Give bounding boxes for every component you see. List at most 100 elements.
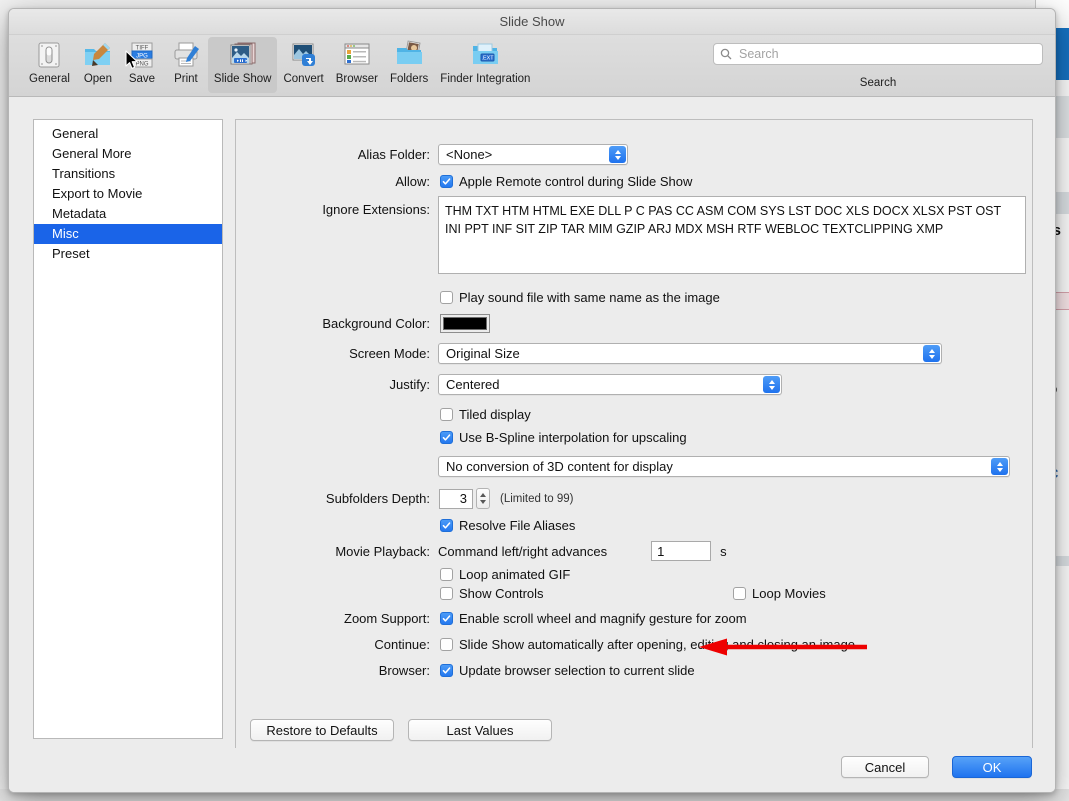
loop-animated-gif-checkbox[interactable]: Loop animated GIF: [440, 567, 570, 582]
search-icon: [720, 48, 732, 60]
screen-mode-label: Screen Mode:: [349, 346, 430, 361]
sidebar-item-export-to-movie[interactable]: Export to Movie: [34, 184, 222, 204]
movie-playback-text: Command left/right advances: [438, 543, 608, 559]
printer-icon: [171, 40, 201, 70]
last-values-button[interactable]: Last Values: [408, 719, 552, 741]
resolve-file-aliases-checkbox[interactable]: Resolve File Aliases: [440, 518, 575, 533]
preferences-sidebar[interactable]: General General More Transitions Export …: [33, 119, 223, 739]
checkbox-box: [440, 664, 453, 677]
ignore-extensions-textarea[interactable]: THM TXT HTM HTML EXE DLL P C PAS CC ASM …: [438, 196, 1026, 274]
svg-text:.EXT: .EXT: [482, 56, 495, 62]
check-icon: [442, 434, 451, 441]
toolbar-item-finder-integration[interactable]: .EXT Finder Integration: [434, 37, 536, 93]
search-field[interactable]: [713, 43, 1043, 65]
conversion-3d-value: No conversion of 3D content for display: [446, 459, 673, 474]
checkbox-box: [440, 519, 453, 532]
alias-folder-select[interactable]: <None>: [438, 144, 628, 165]
checkbox-box: [440, 638, 453, 651]
ok-button[interactable]: OK: [952, 756, 1032, 778]
toolbar-item-label: Folders: [389, 73, 429, 85]
toolbar-item-label: Convert: [283, 73, 324, 85]
restore-to-defaults-button[interactable]: Restore to Defaults: [250, 719, 394, 741]
toolbar-item-label: Print: [174, 73, 198, 85]
mouse-cursor: [125, 50, 138, 69]
checkbox-box: [733, 587, 746, 600]
show-controls-checkbox[interactable]: Show Controls: [440, 586, 544, 601]
checkbox-box: [440, 291, 453, 304]
window-title: Slide Show: [499, 14, 565, 29]
browser-list-icon: [342, 40, 372, 70]
screen-mode-select[interactable]: Original Size: [438, 343, 942, 364]
justify-value: Centered: [446, 377, 500, 392]
toolbar-item-label: Slide Show: [213, 73, 272, 85]
chevron-updown-icon: [609, 146, 626, 163]
sidebar-item-general[interactable]: General: [34, 124, 222, 144]
sidebar-item-transitions[interactable]: Transitions: [34, 164, 222, 184]
zoom-support-label: Zoom Support:: [344, 611, 430, 626]
checkbox-label: Show Controls: [459, 586, 544, 601]
checkbox-label: Apple Remote control during Slide Show: [459, 174, 693, 189]
alias-folder-value: <None>: [446, 147, 493, 162]
toolbar-item-general[interactable]: General: [23, 37, 76, 93]
cancel-button[interactable]: Cancel: [841, 756, 929, 778]
checkbox-label: Resolve File Aliases: [459, 518, 576, 533]
checkbox-box: [440, 587, 453, 600]
sidebar-item-misc[interactable]: Misc: [34, 224, 222, 244]
toolbar-item-open[interactable]: Open: [76, 37, 120, 93]
sidebar-item-metadata[interactable]: Metadata: [34, 204, 222, 224]
background-color-well[interactable]: [440, 314, 490, 333]
tiled-display-checkbox[interactable]: Tiled display: [440, 407, 531, 422]
ignore-extensions-label: Ignore Extensions:: [322, 202, 430, 217]
toolbar-item-label: General: [29, 73, 70, 85]
loop-movies-checkbox[interactable]: Loop Movies: [733, 586, 826, 601]
checkbox-label: Enable scroll wheel and magnify gesture …: [459, 611, 747, 626]
browser-label: Browser:: [378, 663, 430, 678]
folders-photo-icon: [394, 40, 424, 70]
allow-apple-remote-checkbox[interactable]: Apple Remote control during Slide Show: [440, 174, 692, 189]
subfolders-depth-label: Subfolders Depth:: [325, 491, 430, 506]
subfolders-depth-stepper[interactable]: [476, 488, 490, 509]
continue-slideshow-checkbox[interactable]: Slide Show automatically after opening, …: [440, 637, 855, 652]
check-icon: [442, 178, 451, 185]
sidebar-item-preset[interactable]: Preset: [34, 244, 222, 264]
movie-advance-seconds-input[interactable]: 1: [651, 541, 712, 561]
toolbar-item-folders[interactable]: Folders: [384, 37, 434, 93]
toolbar-item-label: Open: [83, 73, 112, 85]
subfolders-depth-hint: (Limited to 99): [500, 492, 574, 505]
update-browser-selection-checkbox[interactable]: Update browser selection to current slid…: [440, 663, 695, 678]
checkbox-box: [440, 175, 453, 188]
settings-pane: Alias Folder: <None> Allow: Apple Remote…: [235, 119, 1033, 792]
checkbox-box: [440, 408, 453, 421]
sidebar-item-general-more[interactable]: General More: [34, 144, 222, 164]
toolbar-item-browser[interactable]: Browser: [330, 37, 384, 93]
preferences-toolbar: General Open TIFF JPG PNG Save Print Sli…: [9, 35, 1055, 97]
play-sound-checkbox[interactable]: Play sound file with same name as the im…: [440, 290, 720, 305]
conversion-3d-select[interactable]: No conversion of 3D content for display: [438, 456, 1010, 477]
checkbox-label: Use B-Spline interpolation for upscaling: [459, 430, 687, 445]
movie-playback-label: Movie Playback:: [335, 543, 430, 559]
movie-advance-unit: s: [720, 543, 727, 559]
checkbox-label: Loop animated GIF: [459, 567, 571, 582]
bspline-checkbox[interactable]: Use B-Spline interpolation for upscaling: [440, 430, 687, 445]
toolbar-item-label: Save: [128, 73, 156, 85]
toolbar-item-label: Browser: [335, 73, 378, 85]
continue-label: Continue:: [374, 637, 430, 652]
convert-icon: [289, 40, 319, 70]
justify-select[interactable]: Centered: [438, 374, 782, 395]
window-titlebar: Slide Show: [9, 9, 1055, 35]
toolbar-item-convert[interactable]: Convert: [277, 37, 329, 93]
toolbar-item-print[interactable]: Print: [164, 37, 208, 93]
search-caption: Search: [859, 77, 897, 89]
toolbar-item-slide-show[interactable]: Slide Show: [207, 37, 278, 93]
alias-folder-label: Alias Folder:: [357, 147, 430, 162]
check-icon: [442, 615, 451, 622]
subfolders-depth-input[interactable]: 3: [439, 488, 473, 509]
checkbox-label: Loop Movies: [752, 586, 826, 601]
search-input[interactable]: [737, 46, 1036, 62]
checkbox-box: [440, 568, 453, 581]
checkbox-label: Slide Show automatically after opening, …: [459, 637, 856, 652]
zoom-support-checkbox[interactable]: Enable scroll wheel and magnify gesture …: [440, 611, 747, 626]
checkbox-label: Update browser selection to current slid…: [459, 663, 695, 678]
check-icon: [442, 522, 451, 529]
allow-label: Allow:: [395, 174, 430, 189]
